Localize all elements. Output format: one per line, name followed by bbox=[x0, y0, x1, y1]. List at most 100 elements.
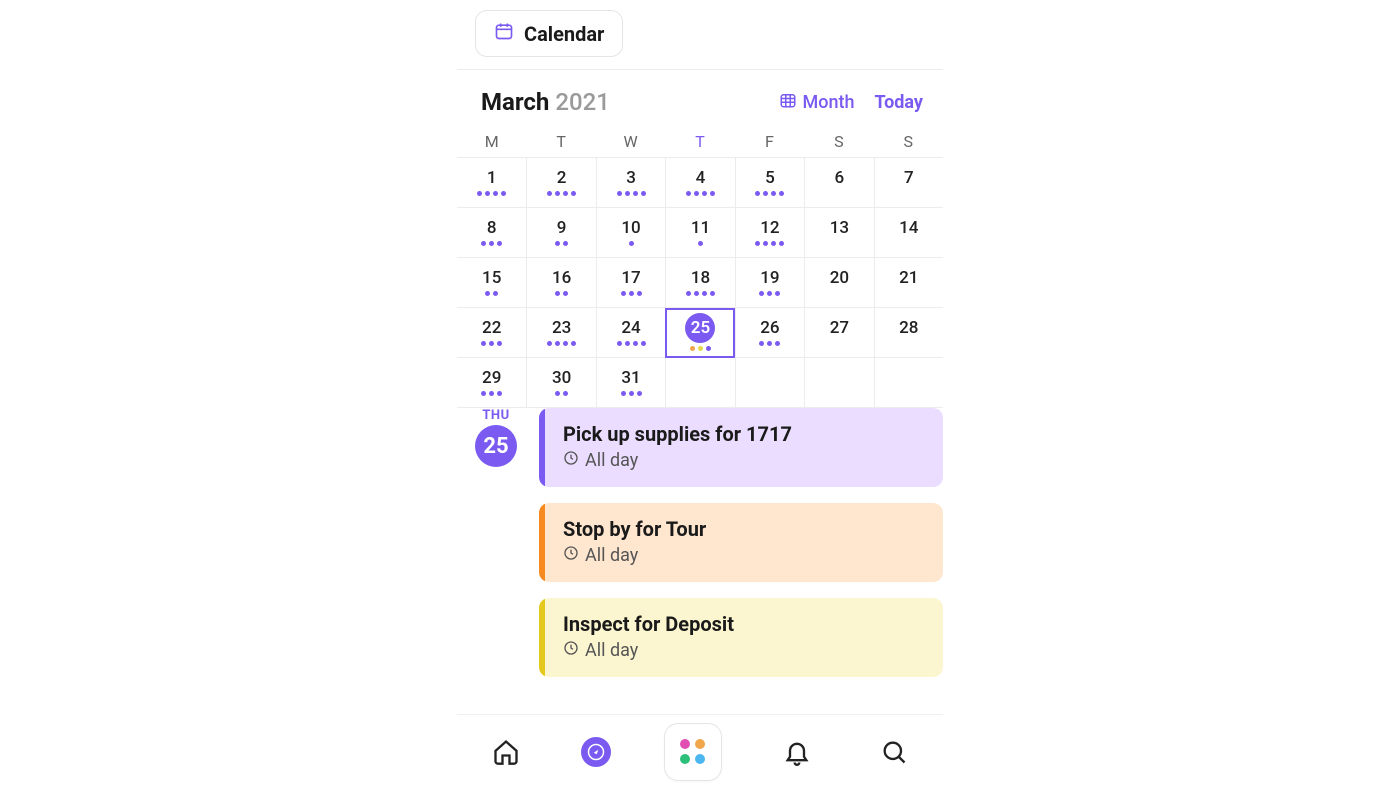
event-dots bbox=[686, 291, 715, 297]
event-dot bbox=[710, 191, 715, 196]
day-number: 18 bbox=[691, 268, 710, 288]
calendar-day[interactable]: 28 bbox=[874, 308, 943, 358]
event-dots bbox=[621, 291, 642, 297]
event-dot bbox=[625, 341, 630, 346]
month-view-button[interactable]: Month bbox=[779, 91, 855, 114]
calendar-day bbox=[665, 358, 734, 408]
day-of-week: THU bbox=[475, 408, 517, 423]
today-link-label: Today bbox=[875, 92, 924, 113]
calendar-day[interactable]: 25 bbox=[665, 308, 734, 358]
calendar-day[interactable]: 24 bbox=[596, 308, 665, 358]
day-number: 17 bbox=[621, 268, 640, 288]
tab-notifications[interactable] bbox=[775, 730, 819, 774]
event-dot bbox=[547, 191, 552, 196]
event-dot bbox=[775, 291, 780, 296]
calendar-day[interactable]: 12 bbox=[735, 208, 804, 258]
calendar-day[interactable]: 7 bbox=[874, 158, 943, 208]
calendar-grid-icon bbox=[779, 91, 797, 114]
event-dot bbox=[690, 346, 695, 351]
event-dots bbox=[621, 391, 642, 397]
calendar-day[interactable]: 16 bbox=[526, 258, 595, 308]
event-time-label: All day bbox=[585, 640, 638, 661]
day-number: 23 bbox=[552, 318, 571, 338]
calendar-day[interactable]: 6 bbox=[804, 158, 873, 208]
day-number: 21 bbox=[899, 268, 918, 288]
clock-icon bbox=[563, 545, 579, 566]
day-number: 30 bbox=[552, 368, 571, 388]
event-dot bbox=[775, 341, 780, 346]
event-dot bbox=[633, 191, 638, 196]
dot-icon bbox=[695, 754, 705, 764]
month-title: March 2021 bbox=[481, 88, 610, 116]
calendar-chip[interactable]: Calendar bbox=[475, 10, 623, 57]
event-card[interactable]: Inspect for DepositAll day bbox=[539, 598, 943, 677]
calendar-day[interactable]: 5 bbox=[735, 158, 804, 208]
day-number: 4 bbox=[696, 168, 706, 188]
dot-icon bbox=[680, 754, 690, 764]
calendar-day[interactable]: 15 bbox=[457, 258, 526, 308]
calendar-day[interactable]: 13 bbox=[804, 208, 873, 258]
event-bar bbox=[539, 598, 545, 677]
day-number: 25 bbox=[685, 313, 715, 343]
calendar-day[interactable]: 17 bbox=[596, 258, 665, 308]
tab-search[interactable] bbox=[872, 730, 916, 774]
event-dot bbox=[477, 191, 482, 196]
event-dot bbox=[621, 391, 626, 396]
clock-icon bbox=[563, 450, 579, 471]
calendar-day[interactable]: 14 bbox=[874, 208, 943, 258]
calendar-day[interactable]: 9 bbox=[526, 208, 595, 258]
event-dot bbox=[493, 191, 498, 196]
event-dot bbox=[779, 241, 784, 246]
calendar-day[interactable]: 10 bbox=[596, 208, 665, 258]
event-dots bbox=[481, 391, 502, 397]
calendar-day[interactable]: 2 bbox=[526, 158, 595, 208]
tab-explore[interactable] bbox=[581, 737, 611, 767]
tab-apps[interactable] bbox=[664, 723, 722, 781]
event-dot bbox=[617, 191, 622, 196]
event-card[interactable]: Stop by for TourAll day bbox=[539, 503, 943, 582]
calendar-day[interactable]: 1 bbox=[457, 158, 526, 208]
calendar-day[interactable]: 8 bbox=[457, 208, 526, 258]
event-dot bbox=[767, 341, 772, 346]
event-dots bbox=[759, 341, 780, 347]
event-dot bbox=[698, 241, 703, 246]
day-number: 27 bbox=[830, 318, 849, 338]
calendar-day[interactable]: 23 bbox=[526, 308, 595, 358]
calendar-day[interactable]: 18 bbox=[665, 258, 734, 308]
event-dot bbox=[481, 341, 486, 346]
event-card[interactable]: Pick up supplies for 1717All day bbox=[539, 408, 943, 487]
calendar-day[interactable]: 19 bbox=[735, 258, 804, 308]
day-number: 13 bbox=[830, 218, 849, 238]
event-time: All day bbox=[563, 450, 638, 471]
calendar-day[interactable]: 22 bbox=[457, 308, 526, 358]
day-number: 15 bbox=[482, 268, 501, 288]
dot-icon bbox=[680, 739, 690, 749]
event-dot bbox=[771, 191, 776, 196]
day-number: 24 bbox=[621, 318, 640, 338]
day-number-circle: 25 bbox=[475, 425, 517, 467]
month-year: 2021 bbox=[555, 88, 610, 116]
calendar-day[interactable]: 11 bbox=[665, 208, 734, 258]
event-dots bbox=[485, 291, 498, 297]
day-number: 5 bbox=[765, 168, 775, 188]
event-dot bbox=[771, 241, 776, 246]
event-dots bbox=[481, 341, 502, 347]
calendar-day[interactable]: 21 bbox=[874, 258, 943, 308]
today-button[interactable]: Today bbox=[875, 92, 924, 113]
event-dots bbox=[698, 241, 703, 247]
event-dot bbox=[563, 241, 568, 246]
event-dot bbox=[755, 241, 760, 246]
calendar-day[interactable]: 27 bbox=[804, 308, 873, 358]
calendar-day[interactable]: 26 bbox=[735, 308, 804, 358]
calendar-day[interactable]: 30 bbox=[526, 358, 595, 408]
day-number: 12 bbox=[760, 218, 779, 238]
calendar-day[interactable]: 20 bbox=[804, 258, 873, 308]
event-dot bbox=[759, 291, 764, 296]
event-dot bbox=[497, 391, 502, 396]
event-dots bbox=[629, 241, 634, 247]
calendar-day[interactable]: 31 bbox=[596, 358, 665, 408]
calendar-day[interactable]: 29 bbox=[457, 358, 526, 408]
tab-home[interactable] bbox=[484, 730, 528, 774]
calendar-day[interactable]: 3 bbox=[596, 158, 665, 208]
calendar-day[interactable]: 4 bbox=[665, 158, 734, 208]
